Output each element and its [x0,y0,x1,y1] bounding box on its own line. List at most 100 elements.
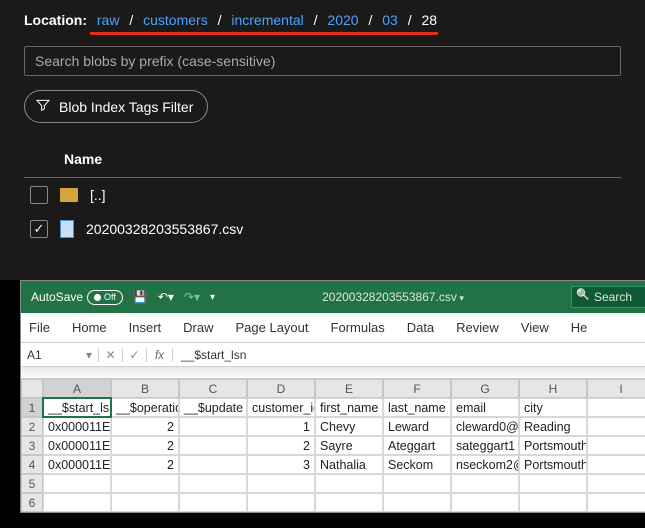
cell[interactable] [247,474,315,493]
column-header[interactable]: E [315,379,383,398]
cell[interactable]: 1 [247,417,315,436]
filename-dropdown[interactable]: 20200328203553867.csv [227,290,559,304]
fx-icon[interactable]: fx [147,348,173,362]
row-header[interactable]: 3 [21,436,43,455]
cell[interactable]: Ateggart [383,436,451,455]
list-item[interactable]: 20200328203553867.csv [24,212,621,246]
cell[interactable]: sateggart1 [451,436,519,455]
tab-draw[interactable]: Draw [183,320,213,335]
cancel-icon[interactable]: ✕ [99,348,123,362]
cell[interactable]: cleward0@ [451,417,519,436]
cell[interactable] [587,436,645,455]
cell[interactable] [519,493,587,512]
tab-insert[interactable]: Insert [129,320,162,335]
cell[interactable] [315,493,383,512]
cell[interactable] [179,493,247,512]
redo-icon[interactable]: ↷▾ [184,290,200,304]
cell[interactable] [179,436,247,455]
cell[interactable]: Sayre [315,436,383,455]
list-item[interactable]: [..] [24,178,621,212]
column-header[interactable]: B [111,379,179,398]
cell[interactable]: city [519,398,587,417]
cell[interactable]: Portsmouth [519,455,587,474]
cell[interactable] [179,474,247,493]
cell[interactable]: 3 [247,455,315,474]
tab-home[interactable]: Home [72,320,107,335]
cell[interactable] [179,455,247,474]
cell[interactable]: __$start_lsn [43,398,111,417]
checkbox[interactable] [30,220,48,238]
name-box[interactable]: A1 [21,348,99,362]
tab-file[interactable]: File [29,320,50,335]
tab-data[interactable]: Data [407,320,434,335]
cell[interactable]: 0x000011E [43,417,111,436]
column-header[interactable]: D [247,379,315,398]
checkbox[interactable] [30,186,48,204]
cell[interactable]: __$operation [111,398,179,417]
cell[interactable]: 2 [111,436,179,455]
formula-input[interactable]: __$start_lsn [173,348,645,362]
cell[interactable]: Nathalia [315,455,383,474]
cell[interactable] [247,493,315,512]
cell[interactable] [383,493,451,512]
row-header[interactable]: 5 [21,474,43,493]
customize-qat-icon[interactable]: ▾ [210,292,215,303]
cell[interactable]: Seckom [383,455,451,474]
column-header[interactable]: A [43,379,111,398]
tab-review[interactable]: Review [456,320,499,335]
cell[interactable]: Portsmouth [519,436,587,455]
cell[interactable]: Leward [383,417,451,436]
cell[interactable]: customer_id [247,398,315,417]
cell[interactable]: Reading [519,417,587,436]
row-header[interactable]: 1 [21,398,43,417]
cell[interactable]: last_name [383,398,451,417]
cell[interactable]: Chevy [315,417,383,436]
cell[interactable] [587,455,645,474]
cell[interactable] [43,474,111,493]
search-button[interactable]: Search [571,286,645,308]
autosave-toggle[interactable]: AutoSave Off [31,290,123,305]
cell[interactable]: __$update [179,398,247,417]
cell[interactable]: 2 [111,455,179,474]
undo-icon[interactable]: ↶▾ [158,290,174,304]
search-input[interactable] [24,46,621,76]
column-header[interactable]: C [179,379,247,398]
tab-view[interactable]: View [521,320,549,335]
tab-page-layout[interactable]: Page Layout [236,320,309,335]
tab-help[interactable]: He [571,320,588,335]
cell[interactable]: first_name [315,398,383,417]
cell[interactable] [519,474,587,493]
column-header[interactable]: F [383,379,451,398]
column-header[interactable]: G [451,379,519,398]
cell[interactable]: 2 [247,436,315,455]
tab-formulas[interactable]: Formulas [331,320,385,335]
cell[interactable]: 2 [111,417,179,436]
breadcrumb-incremental[interactable]: incremental [231,12,303,28]
cell[interactable] [111,474,179,493]
enter-icon[interactable]: ✓ [123,348,147,362]
cell[interactable] [451,493,519,512]
select-all-corner[interactable] [21,379,43,398]
cell[interactable] [587,398,645,417]
cell[interactable] [383,474,451,493]
breadcrumb-2020[interactable]: 2020 [327,12,358,28]
cell[interactable]: 0x000011E [43,436,111,455]
cell[interactable] [587,417,645,436]
cell[interactable] [111,493,179,512]
cell[interactable] [315,474,383,493]
cell[interactable] [587,493,645,512]
cell[interactable]: email [451,398,519,417]
breadcrumb-customers[interactable]: customers [143,12,208,28]
cell[interactable]: 0x000011E [43,455,111,474]
row-header[interactable]: 6 [21,493,43,512]
spreadsheet-grid[interactable]: ABCDEFGHI1__$start_lsn__$operation__$upd… [21,379,645,512]
cell[interactable]: nseckom2@ [451,455,519,474]
cell[interactable] [451,474,519,493]
save-icon[interactable]: 💾 [133,290,148,304]
row-header[interactable]: 4 [21,455,43,474]
cell[interactable] [179,417,247,436]
breadcrumb-raw[interactable]: raw [97,12,120,28]
cell[interactable] [43,493,111,512]
column-header[interactable]: I [587,379,645,398]
row-header[interactable]: 2 [21,417,43,436]
